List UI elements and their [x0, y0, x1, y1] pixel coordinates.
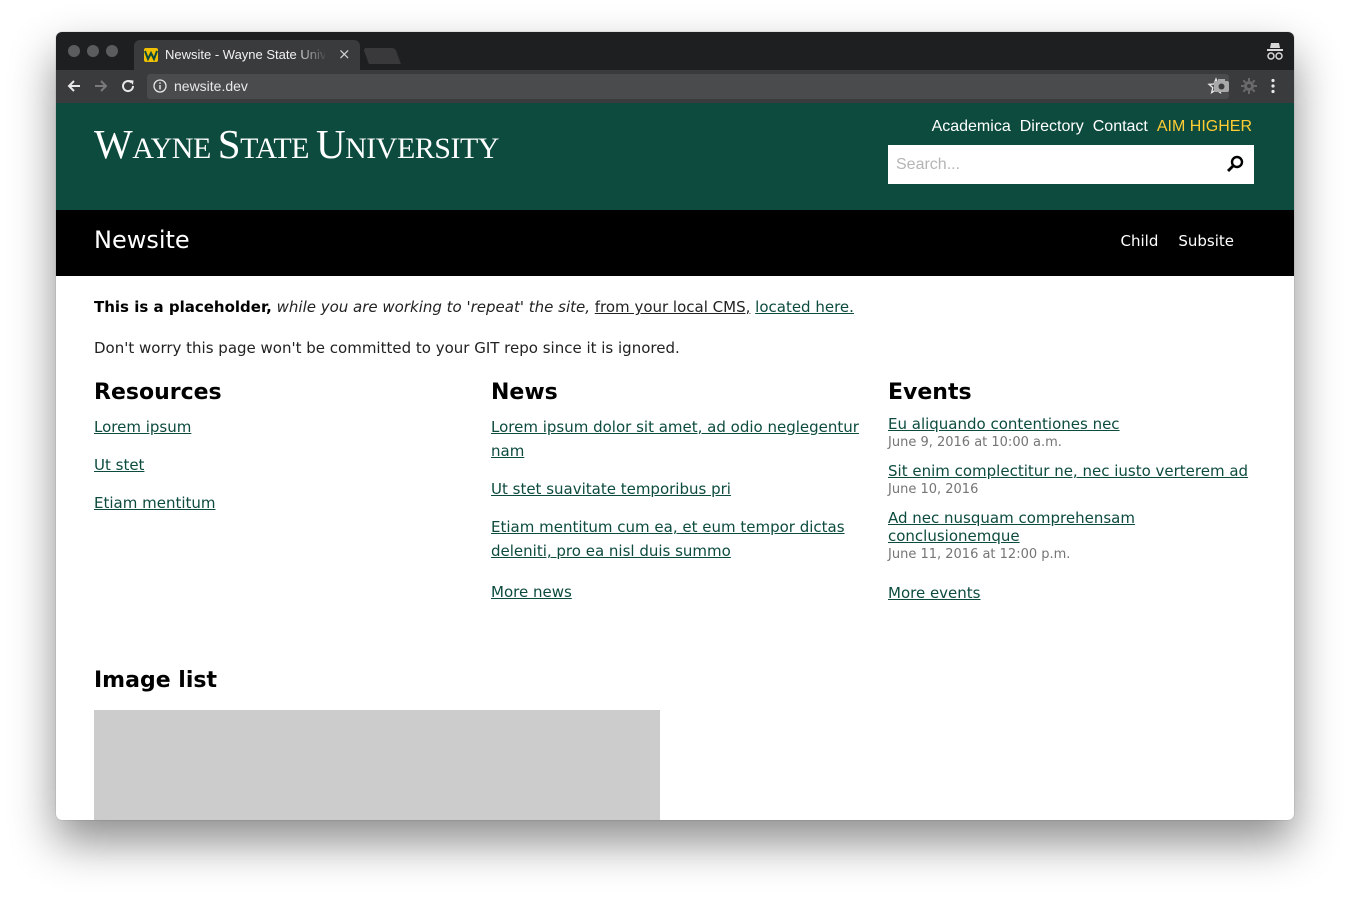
event-item: Sit enim complectitur ne, nec iusto vert… — [888, 462, 1256, 499]
browser-tab-active[interactable]: Newsite - Wayne State University × — [134, 40, 360, 70]
extension-gear-icon[interactable] — [1241, 78, 1257, 94]
forward-arrow-icon[interactable] — [92, 77, 110, 95]
event-date: June 9, 2016 at 10:00 a.m. — [888, 435, 1062, 450]
git-notice: Don't worry this page won't be committed… — [94, 339, 680, 357]
utility-nav: Academica Directory Contact AIM HIGHER — [923, 118, 1252, 136]
news-link[interactable]: Etiam mentitum cum ea, et eum tempor dic… — [491, 518, 845, 560]
wayne-state-logo[interactable]: WAYNE STATE UNIVERSITY — [94, 124, 499, 169]
news-link[interactable]: Ut stet suavitate temporibus pri — [491, 480, 731, 498]
site-bar: Newsite Child Subsite — [56, 210, 1294, 276]
util-link-academica[interactable]: Academica — [932, 118, 1011, 135]
resources-column: Resources Lorem ipsum Ut stet Etiam ment… — [94, 379, 469, 529]
util-link-aim-higher[interactable]: AIM HIGHER — [1157, 118, 1252, 135]
new-tab-button[interactable] — [363, 48, 401, 64]
resource-link[interactable]: Lorem ipsum — [94, 418, 191, 436]
resources-list: Lorem ipsum Ut stet Etiam mentitum — [94, 415, 469, 515]
list-item: Ut stet suavitate temporibus pri — [491, 477, 866, 501]
address-bar[interactable]: newsite.dev — [147, 74, 1229, 99]
event-item: Ad nec nusquam comprehensam conclusionem… — [888, 509, 1256, 564]
site-title[interactable]: Newsite — [94, 226, 190, 254]
maximize-window-button[interactable] — [106, 45, 118, 57]
tab-close-icon[interactable]: × — [338, 45, 351, 63]
minimize-window-button[interactable] — [87, 45, 99, 57]
event-date: June 11, 2016 at 12:00 p.m. — [888, 547, 1071, 562]
list-item: Lorem ipsum — [94, 415, 469, 439]
incognito-icon — [1267, 43, 1283, 60]
search-input[interactable] — [888, 145, 1224, 184]
util-link-contact[interactable]: Contact — [1093, 118, 1148, 135]
news-heading: News — [491, 380, 558, 405]
news-list: Lorem ipsum dolor sit amet, ad odio negl… — [491, 415, 866, 563]
placeholder-notice: This is a placeholder, while you are wor… — [94, 298, 854, 316]
list-item: Ut stet — [94, 453, 469, 477]
menu-item-subsite[interactable]: Subsite — [1178, 232, 1234, 250]
url-text: newsite.dev — [174, 78, 248, 94]
list-item: Etiam mentitum cum ea, et eum tempor dic… — [491, 515, 866, 563]
tab-bar: Newsite - Wayne State University × — [56, 32, 1294, 70]
list-item: Etiam mentitum — [94, 491, 469, 515]
menu-kebab-icon[interactable] — [1270, 78, 1276, 94]
site-menu: Child Subsite — [1101, 232, 1235, 250]
news-link[interactable]: Lorem ipsum dolor sit amet, ad odio negl… — [491, 418, 859, 460]
resource-link[interactable]: Ut stet — [94, 456, 144, 474]
menu-item-child[interactable]: Child — [1121, 232, 1159, 250]
resources-heading: Resources — [94, 380, 222, 405]
wsu-favicon-icon — [144, 48, 158, 62]
reload-icon[interactable] — [119, 77, 137, 95]
event-link[interactable]: Sit enim complectitur ne, nec iusto vert… — [888, 462, 1248, 480]
event-date: June 10, 2016 — [888, 482, 979, 497]
more-events-link[interactable]: More events — [888, 584, 981, 602]
event-link[interactable]: Ad nec nusquam comprehensam conclusionem… — [888, 509, 1135, 545]
events-heading: Events — [888, 380, 972, 405]
resource-link[interactable]: Etiam mentitum — [94, 494, 216, 512]
event-link[interactable]: Eu aliquando contentiones nec — [888, 415, 1120, 433]
event-item: Eu aliquando contentiones nec June 9, 20… — [888, 415, 1256, 452]
list-item: Lorem ipsum dolor sit amet, ad odio negl… — [491, 415, 866, 463]
news-column: News Lorem ipsum dolor sit amet, ad odio… — [491, 379, 866, 601]
events-column: Events Eu aliquando contentiones nec Jun… — [888, 379, 1256, 602]
browser-toolbar: newsite.dev — [56, 70, 1294, 103]
search-box — [888, 145, 1254, 184]
back-arrow-icon[interactable] — [65, 77, 83, 95]
local-cms-link[interactable]: from your local CMS, — [595, 298, 751, 316]
camera-icon[interactable] — [1213, 78, 1230, 93]
info-icon[interactable] — [153, 79, 167, 93]
located-here-link[interactable]: located here. — [755, 298, 854, 316]
image-list-heading: Image list — [94, 668, 217, 693]
university-header: WAYNE STATE UNIVERSITY Academica Director… — [56, 103, 1294, 210]
more-news-link[interactable]: More news — [491, 583, 572, 601]
close-window-button[interactable] — [68, 45, 80, 57]
util-link-directory[interactable]: Directory — [1020, 118, 1084, 135]
image-placeholder — [94, 710, 660, 820]
search-icon[interactable] — [1226, 155, 1244, 173]
browser-window: Newsite - Wayne State University × — [56, 32, 1294, 820]
